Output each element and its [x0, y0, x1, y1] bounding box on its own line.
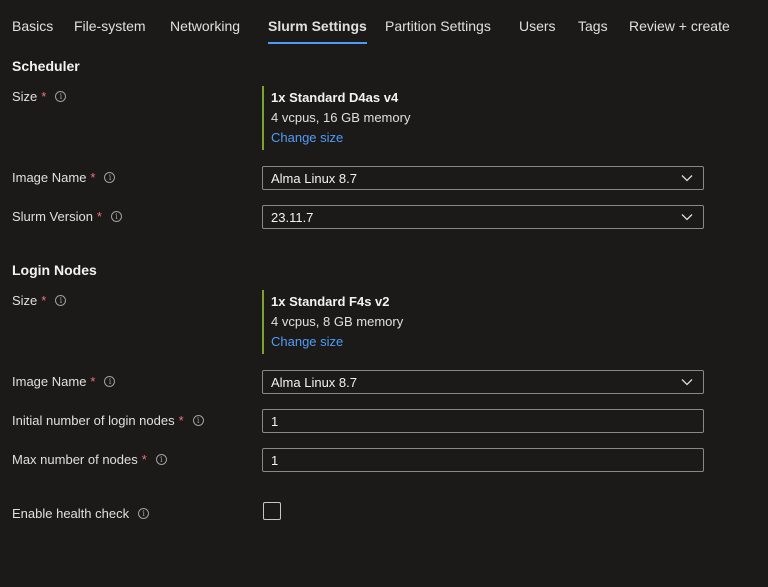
scheduler-size-box: 1x Standard D4as v4 4 vcpus, 16 GB memor…	[262, 86, 562, 150]
login-nodes-section-title: Login Nodes	[12, 262, 97, 278]
scheduler-image-value: Alma Linux 8.7	[271, 170, 357, 186]
info-icon[interactable]: i	[55, 295, 67, 306]
login-size-name: 1x Standard F4s v2	[271, 294, 390, 309]
required-marker: *	[90, 170, 96, 185]
initial-login-nodes-input[interactable]: 1	[262, 409, 704, 433]
health-check-label: Enable health check i	[12, 506, 150, 521]
scheduler-size-label: Size * i	[12, 89, 67, 104]
health-check-label-text: Enable health check	[12, 506, 130, 521]
chevron-down-icon	[681, 379, 693, 386]
login-change-size-link[interactable]: Change size	[271, 332, 562, 352]
required-marker: *	[41, 293, 47, 308]
info-icon[interactable]: i	[55, 91, 67, 102]
max-nodes-label-text: Max number of nodes	[12, 452, 138, 467]
login-image-label-text: Image Name	[12, 374, 87, 389]
login-image-label: Image Name * i	[12, 374, 116, 389]
max-nodes-input[interactable]: 1	[262, 448, 704, 472]
health-check-checkbox[interactable]	[263, 502, 281, 520]
slurm-version-value: 23.11.7	[271, 209, 314, 225]
wizard-tabs: Basics File-system Networking Slurm Sett…	[0, 0, 768, 46]
scheduler-size-label-text: Size	[12, 89, 38, 104]
login-size-spec: 4 vcpus, 8 GB memory	[271, 314, 404, 329]
tab-networking[interactable]: Networking	[170, 18, 240, 40]
login-size-box: 1x Standard F4s v2 4 vcpus, 8 GB memory …	[262, 290, 562, 354]
info-icon[interactable]: i	[155, 454, 167, 465]
login-image-value: Alma Linux 8.7	[271, 374, 357, 390]
max-nodes-label: Max number of nodes * i	[12, 452, 167, 467]
info-icon[interactable]: i	[110, 211, 122, 222]
initial-login-nodes-label: Initial number of login nodes * i	[12, 413, 204, 428]
info-icon[interactable]: i	[138, 508, 150, 519]
required-marker: *	[90, 374, 96, 389]
initial-login-nodes-value: 1	[271, 413, 279, 429]
slurm-version-label: Slurm Version * i	[12, 209, 122, 224]
slurm-version-dropdown[interactable]: 23.11.7	[262, 205, 704, 229]
chevron-down-icon	[681, 175, 693, 182]
tab-slurm-settings[interactable]: Slurm Settings	[268, 18, 367, 44]
required-marker: *	[178, 413, 184, 428]
max-nodes-value: 1	[271, 452, 279, 468]
scheduler-image-dropdown[interactable]: Alma Linux 8.7	[262, 166, 704, 190]
scheduler-image-label: Image Name * i	[12, 170, 116, 185]
required-marker: *	[141, 452, 147, 467]
tab-basics[interactable]: Basics	[12, 18, 53, 40]
info-icon[interactable]: i	[192, 415, 204, 426]
scheduler-size-name: 1x Standard D4as v4	[271, 90, 399, 105]
chevron-down-icon	[681, 214, 693, 221]
slurm-version-label-text: Slurm Version	[12, 209, 93, 224]
tab-file-system[interactable]: File-system	[74, 18, 146, 40]
required-marker: *	[96, 209, 102, 224]
login-size-label-text: Size	[12, 293, 38, 308]
tab-tags[interactable]: Tags	[578, 18, 608, 40]
login-size-label: Size * i	[12, 293, 67, 308]
login-image-dropdown[interactable]: Alma Linux 8.7	[262, 370, 704, 394]
info-icon[interactable]: i	[104, 172, 116, 183]
tab-partition-settings[interactable]: Partition Settings	[385, 18, 491, 40]
scheduler-size-spec: 4 vcpus, 16 GB memory	[271, 110, 411, 125]
initial-login-nodes-label-text: Initial number of login nodes	[12, 413, 175, 428]
scheduler-image-label-text: Image Name	[12, 170, 87, 185]
required-marker: *	[41, 89, 47, 104]
scheduler-section-title: Scheduler	[12, 58, 80, 74]
info-icon[interactable]: i	[104, 376, 116, 387]
tab-review-create[interactable]: Review + create	[629, 18, 730, 40]
scheduler-change-size-link[interactable]: Change size	[271, 128, 562, 148]
tab-users[interactable]: Users	[519, 18, 556, 40]
